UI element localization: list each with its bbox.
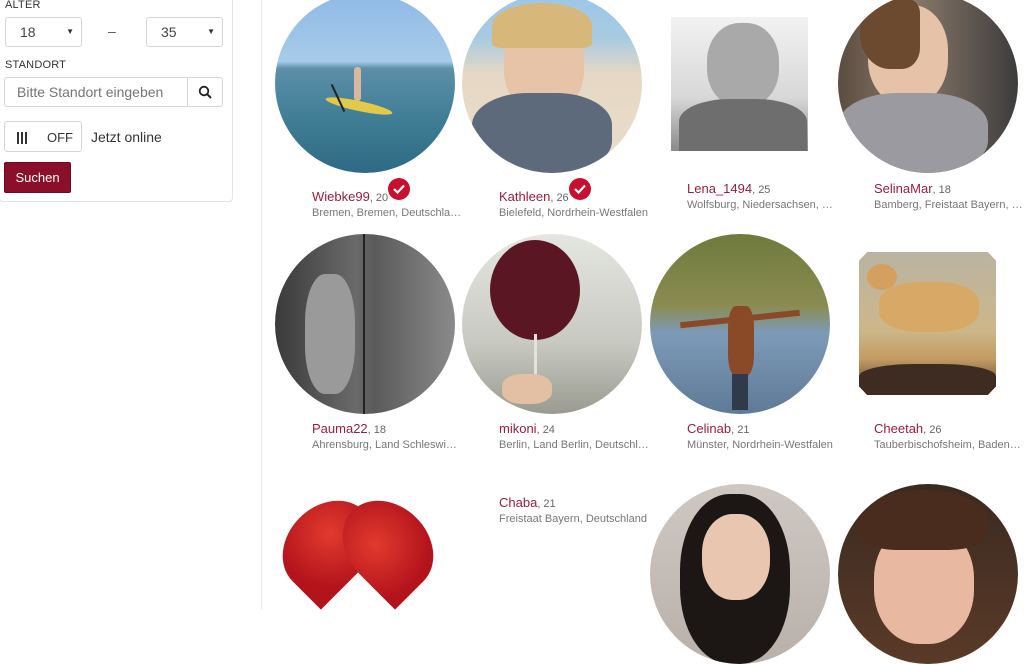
profile-location: Ahrensburg, Land Schleswig-Holstein <box>312 439 462 451</box>
toggle-state: OFF <box>47 130 73 145</box>
profile-name[interactable]: Cheetah, 26 <box>874 421 942 436</box>
location-label: STANDORT <box>5 59 67 71</box>
profile-photo[interactable] <box>650 234 830 414</box>
profile-location: Münster, Nordrhein-Westfalen <box>687 439 833 451</box>
profile-name[interactable]: Chaba, 21 <box>499 495 556 510</box>
age-separator: – <box>108 23 116 39</box>
profile-location: Bamberg, Freistaat Bayern, Deutschland <box>874 199 1024 211</box>
profile-location: Berlin, Land Berlin, Deutschland <box>499 439 649 451</box>
profile-name[interactable]: Kathleen, 26 <box>499 189 569 204</box>
profile-photo[interactable] <box>671 17 808 151</box>
age-max-select[interactable]: 35 ▼ <box>146 17 223 47</box>
search-icon <box>198 85 212 99</box>
profile-photo[interactable] <box>838 484 1018 664</box>
profile-photo[interactable] <box>275 0 455 173</box>
profile-location: Wolfsburg, Niedersachsen, Deutschland <box>687 199 837 211</box>
age-max-value: 35 <box>161 24 177 40</box>
profile-name[interactable]: SelinaMar, 18 <box>874 181 951 196</box>
age-min-value: 18 <box>20 24 36 40</box>
profile-photo[interactable] <box>280 488 450 613</box>
profile-name[interactable]: Pauma22, 18 <box>312 421 386 436</box>
profile-name[interactable]: Wiebke99, 20 <box>312 189 388 204</box>
age-label: ALTER <box>5 0 41 11</box>
search-button[interactable]: Suchen <box>4 162 71 193</box>
profile-photo[interactable] <box>462 234 642 414</box>
profile-name[interactable]: Lena_1494, 25 <box>687 181 770 196</box>
profile-photo[interactable] <box>275 234 455 414</box>
profile-photo[interactable] <box>838 0 1018 173</box>
profile-name[interactable]: mikoni, 24 <box>499 421 555 436</box>
chevron-down-icon: ▼ <box>207 27 215 36</box>
profile-location: Bielefeld, Nordrhein-Westfalen <box>499 207 648 219</box>
online-label: Jetzt online <box>91 129 162 145</box>
filter-sidebar: ALTER 18 ▼ – 35 ▼ STANDORT OFF Jetzt onl… <box>0 0 262 609</box>
profile-photo[interactable] <box>650 484 830 664</box>
verified-icon <box>569 178 591 200</box>
profile-photo[interactable] <box>462 0 642 173</box>
profile-location: Tauberbischofsheim, Baden-Württemberg <box>874 439 1024 451</box>
toggle-handle-icon <box>17 132 27 144</box>
profile-location: Freistaat Bayern, Deutschland <box>499 513 647 525</box>
verified-icon <box>388 178 410 200</box>
profile-location: Bremen, Bremen, Deutschland <box>312 207 462 219</box>
online-toggle[interactable]: OFF <box>4 121 82 152</box>
age-min-select[interactable]: 18 ▼ <box>5 17 82 47</box>
profile-photo[interactable] <box>859 252 996 395</box>
location-search-button[interactable] <box>187 77 223 107</box>
profile-name[interactable]: Celinab, 21 <box>687 421 749 436</box>
filter-panel: ALTER 18 ▼ – 35 ▼ STANDORT OFF Jetzt onl… <box>0 0 233 202</box>
location-input[interactable] <box>4 77 188 107</box>
chevron-down-icon: ▼ <box>66 27 74 36</box>
